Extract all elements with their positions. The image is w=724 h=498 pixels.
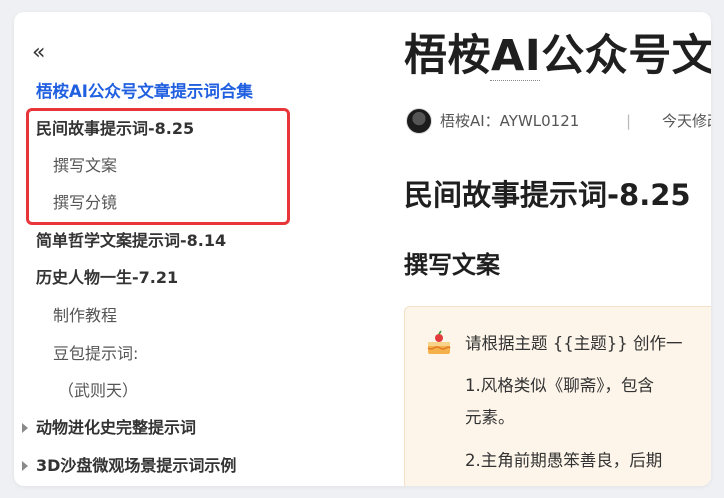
toc-item-philosophy[interactable]: 简单哲学文案提示词-8.14 bbox=[36, 230, 226, 252]
expand-caret-icon[interactable] bbox=[22, 423, 28, 433]
toc-item-folk-story[interactable]: 民间故事提示词-8.25 bbox=[36, 118, 194, 140]
callout-line: 1.风格类似《聊斋》，包含 bbox=[465, 376, 654, 395]
page-title: 梧桉AI公众号文 bbox=[404, 31, 711, 81]
modified-time: 今天修改 bbox=[662, 112, 711, 130]
callout-line: 请根据主题 {{主题}} 创作一 bbox=[465, 334, 683, 353]
toc-item-tutorial[interactable]: 制作教程 bbox=[53, 305, 117, 327]
toc-item-root[interactable]: 梧桉AI公众号文章提示词合集 bbox=[36, 81, 253, 103]
toc-sidebar: « 梧桉AI公众号文章提示词合集 民间故事提示词-8.25 撰写文案 撰写分镜 … bbox=[14, 12, 374, 486]
document-window: « 梧桉AI公众号文章提示词合集 民间故事提示词-8.25 撰写文案 撰写分镜 … bbox=[14, 12, 711, 486]
toc-item-write-copy[interactable]: 撰写文案 bbox=[53, 155, 117, 177]
callout-line: 2.主角前期愚笨善良，后期 bbox=[465, 451, 663, 470]
callout-block: 请根据主题 {{主题}} 创作一 1.风格类似《聊斋》，包含 元素。 2.主角前… bbox=[404, 306, 711, 486]
heading-write-copy: 撰写文案 bbox=[404, 251, 500, 279]
document-content: 梧桉AI公众号文 梧桉AI：AYWL0121 | 今天修改 民间故事提示词-8.… bbox=[404, 12, 711, 486]
toc-item-3d-sandbox[interactable]: 3D沙盘微观场景提示词示例 bbox=[36, 455, 236, 477]
callout-line: 元素。 bbox=[465, 408, 515, 427]
heading-folk-story: 民间故事提示词-8.25 bbox=[404, 178, 691, 212]
toc-item-doubao-prompt[interactable]: 豆包提示词: bbox=[53, 343, 138, 365]
avatar[interactable] bbox=[406, 108, 432, 134]
cake-icon bbox=[427, 330, 451, 354]
toc-item-historical-figure[interactable]: 历史人物一生-7.21 bbox=[36, 267, 178, 289]
expand-caret-icon[interactable] bbox=[22, 461, 28, 471]
title-underline bbox=[490, 80, 540, 81]
meta-separator: | bbox=[626, 112, 632, 130]
author-name[interactable]: 梧桉AI：AYWL0121 bbox=[440, 110, 579, 132]
toc-item-animal-evolution[interactable]: 动物进化史完整提示词 bbox=[36, 417, 196, 439]
toc-item-wu-zetian[interactable]: （武则天） bbox=[58, 380, 138, 402]
collapse-sidebar-icon[interactable]: « bbox=[32, 42, 54, 65]
toc-item-write-storyboard[interactable]: 撰写分镜 bbox=[53, 192, 117, 214]
